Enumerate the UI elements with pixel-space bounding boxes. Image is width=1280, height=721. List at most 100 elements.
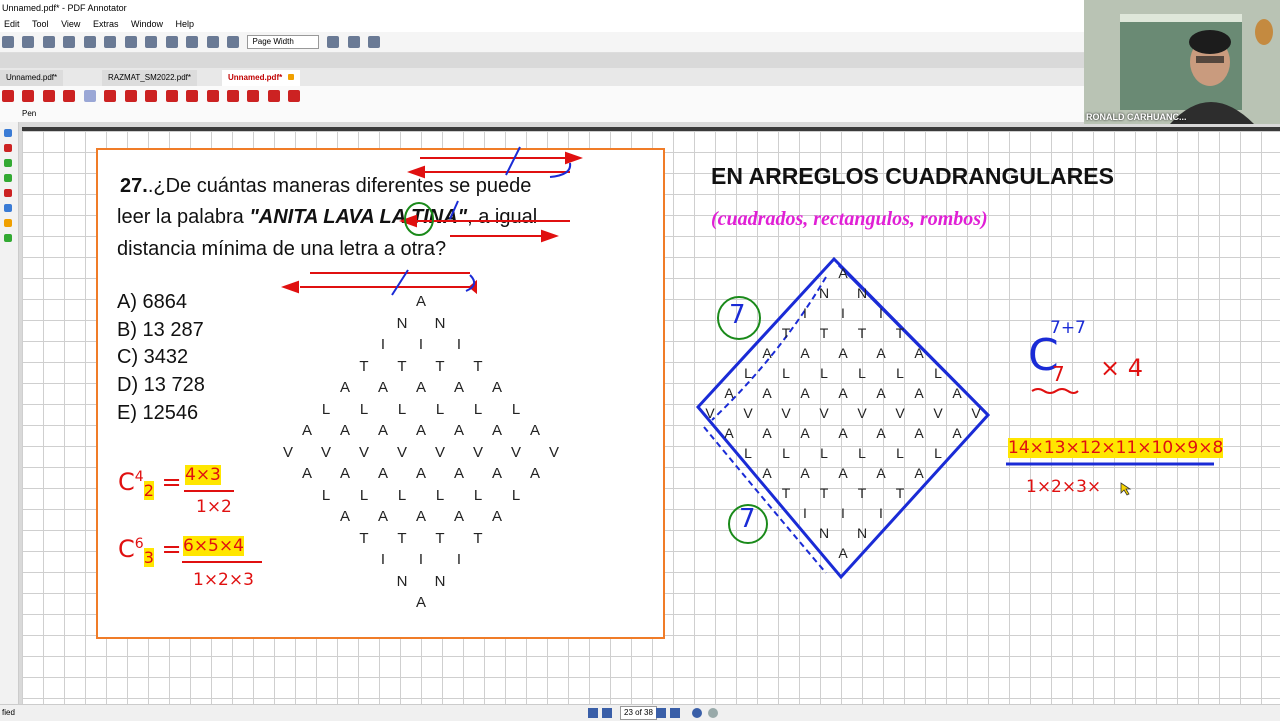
grid-letter: A <box>724 425 734 441</box>
grid-letter: L <box>782 365 790 381</box>
open-icon[interactable] <box>2 36 14 48</box>
diamond-letter: L <box>321 486 331 504</box>
magnifier-icon[interactable] <box>63 90 76 102</box>
close-icon[interactable] <box>4 189 12 197</box>
grid-letter: A <box>800 385 810 401</box>
diamond-letter: I <box>418 551 424 568</box>
annotation-toolbar <box>0 86 1084 106</box>
product-fraction-bar <box>1006 462 1214 466</box>
combination-total-sup: 7+7 <box>1050 318 1086 338</box>
diamond-letter: L <box>397 400 407 418</box>
combination-2: C63 = <box>118 535 182 567</box>
tab-unnamed-1[interactable]: Unnamed.pdf* <box>0 70 64 86</box>
first-page-icon[interactable] <box>588 708 598 718</box>
grid-letter: T <box>819 325 829 341</box>
grid-letter: L <box>934 445 942 461</box>
grid-letter: L <box>744 445 752 461</box>
cut-icon[interactable] <box>83 36 96 48</box>
grid-letter: N <box>856 525 868 541</box>
option-a: A) 6864 <box>117 291 188 313</box>
diamond-letter: I <box>456 551 462 568</box>
last-page-icon[interactable] <box>670 708 680 718</box>
info-icon[interactable] <box>4 204 12 212</box>
paste-icon[interactable] <box>124 36 137 48</box>
menu-edit[interactable]: Edit <box>4 19 20 29</box>
two-page-icon[interactable] <box>347 36 360 48</box>
presenter-name: RONALD CARHUANC... <box>1086 112 1187 122</box>
menu-tool[interactable]: Tool <box>32 19 49 29</box>
page-indicator[interactable]: 23 of 38 <box>620 706 657 720</box>
grid-letter: L <box>858 445 866 461</box>
pen-favorite-icon[interactable] <box>4 159 12 167</box>
pen-toolbar: Pen <box>0 106 1084 122</box>
warning-icon[interactable] <box>4 219 12 227</box>
ellipse-icon[interactable] <box>247 90 260 102</box>
grid-letter: A <box>838 385 848 401</box>
print-icon[interactable] <box>63 36 76 48</box>
diamond-letter: A <box>491 508 502 525</box>
grid-letter: A <box>800 345 810 361</box>
arrow-icon[interactable] <box>206 90 219 102</box>
grid-letter: A <box>876 345 886 361</box>
eraser-icon[interactable] <box>42 90 55 102</box>
tab-unnamed-2[interactable]: Unnamed.pdf* <box>222 70 301 86</box>
reading-arrows <box>281 146 583 296</box>
marker-icon[interactable] <box>104 90 117 102</box>
menu-help[interactable]: Help <box>176 19 195 29</box>
option-e: E) 12546 <box>117 402 199 424</box>
camera-icon[interactable] <box>267 90 280 102</box>
find-icon[interactable] <box>206 36 219 48</box>
grid-letter: A <box>876 425 886 441</box>
grid-letter: V <box>857 405 867 421</box>
next-page-icon[interactable] <box>656 708 666 718</box>
menu-view[interactable]: View <box>61 19 80 29</box>
diamond-letter: A <box>301 465 312 482</box>
menu-extras[interactable]: Extras <box>93 19 119 29</box>
stamp-icon[interactable] <box>165 90 178 102</box>
redo-icon[interactable] <box>186 36 199 48</box>
text-icon[interactable] <box>145 90 158 102</box>
line-icon[interactable] <box>186 90 199 102</box>
page-icon[interactable] <box>4 129 12 137</box>
menu-window[interactable]: Window <box>131 19 163 29</box>
diamond-letter: V <box>396 443 407 461</box>
grid-letter: T <box>781 485 791 501</box>
fullscreen-icon[interactable] <box>368 36 381 48</box>
back-icon[interactable] <box>692 708 702 718</box>
prev-page-icon[interactable] <box>602 708 612 718</box>
delete-icon[interactable] <box>145 36 158 48</box>
marker-favorite-icon[interactable] <box>4 174 12 182</box>
grid-letter: A <box>876 465 886 481</box>
zoom-out-icon[interactable] <box>226 36 239 48</box>
diamond-letter: L <box>511 486 521 504</box>
pen-icon[interactable] <box>83 90 96 102</box>
diamond-letter: T <box>359 529 369 547</box>
single-page-icon[interactable] <box>327 36 340 48</box>
save-as-icon[interactable] <box>42 36 55 48</box>
select-icon[interactable] <box>2 90 14 102</box>
zoom-select[interactable]: Page Width <box>247 35 319 49</box>
bookmark-icon[interactable] <box>4 144 12 152</box>
save-icon[interactable] <box>22 36 35 48</box>
grid-letter: A <box>762 345 772 361</box>
option-c: C) 3432 <box>117 346 189 368</box>
diamond-letter: A <box>453 508 464 525</box>
heart-icon[interactable] <box>288 90 301 102</box>
hand-icon[interactable] <box>22 90 35 102</box>
grid-letter: A <box>914 385 924 401</box>
tab-razmat[interactable]: RAZMAT_SM2022.pdf* <box>102 70 197 86</box>
new-tab-icon[interactable] <box>288 74 295 80</box>
grid-letter: A <box>838 465 848 481</box>
copy-icon[interactable] <box>104 36 117 48</box>
highlighter-icon[interactable] <box>124 90 137 102</box>
product-denominator: 1×2×3× <box>1026 477 1102 497</box>
problem-number: 27. <box>120 175 148 197</box>
diamond-letter: A <box>377 508 388 525</box>
check-icon[interactable] <box>4 234 12 242</box>
diamond-letter: L <box>435 400 445 418</box>
forward-icon[interactable] <box>708 708 718 718</box>
rectangle-icon[interactable] <box>226 90 239 102</box>
diamond-letter: T <box>435 357 445 375</box>
grid-letter: N <box>818 285 830 301</box>
undo-icon[interactable] <box>165 36 178 48</box>
